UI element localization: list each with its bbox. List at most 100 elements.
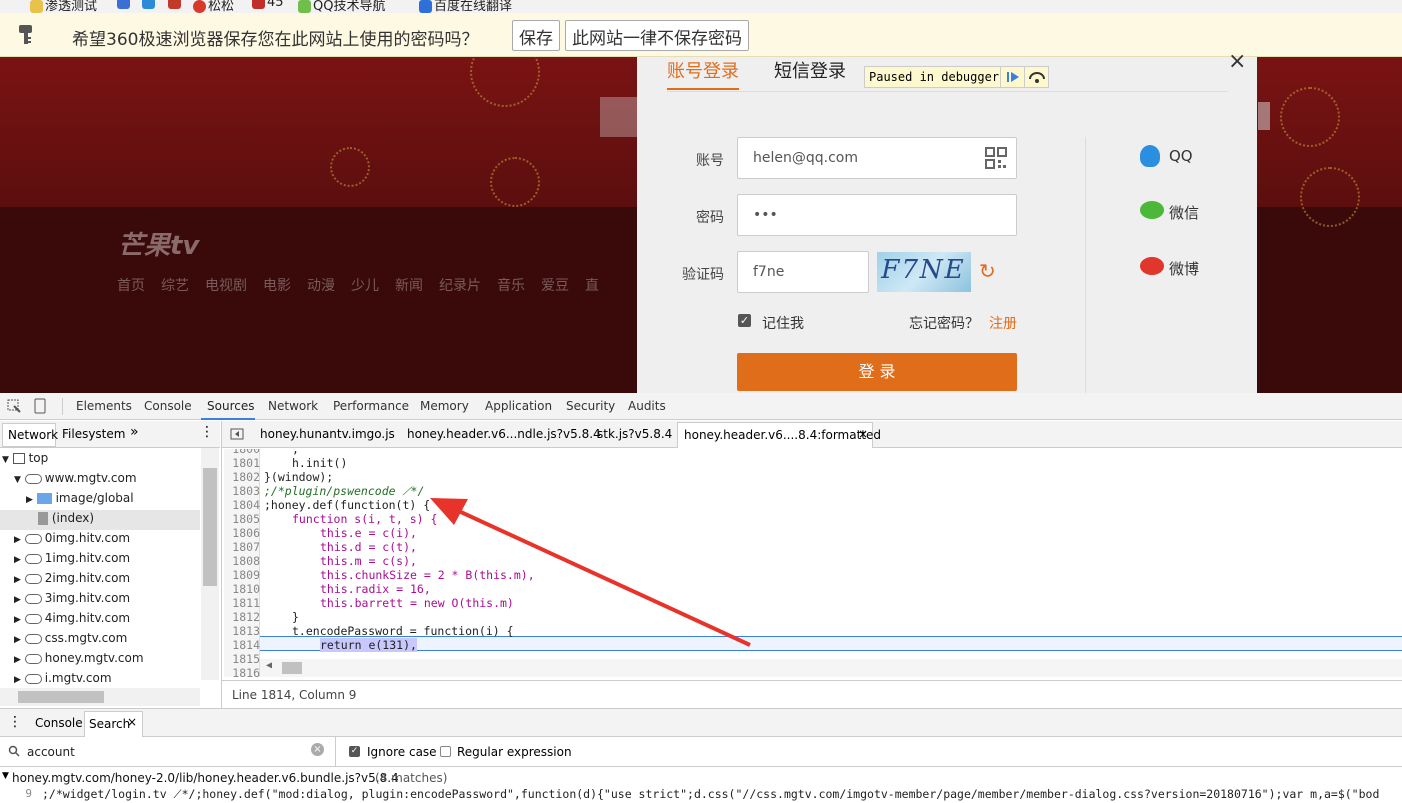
navigator-horizontal-scrollbar[interactable] xyxy=(0,688,200,706)
search-input[interactable]: account xyxy=(27,745,75,759)
line-number[interactable]: 1804 xyxy=(224,498,260,512)
tab-elements[interactable]: Elements xyxy=(76,399,132,413)
weibo-icon[interactable] xyxy=(1140,257,1164,275)
register-link[interactable]: 注册 xyxy=(989,313,1017,333)
device-toolbar-icon[interactable] xyxy=(33,398,47,414)
nav-item[interactable]: 少儿 xyxy=(351,278,379,294)
tree-item-domain[interactable]: ▶ 1img.hitv.com xyxy=(14,551,130,571)
drawer-tab-search[interactable]: Search × xyxy=(84,711,143,737)
more-tabs-icon[interactable]: » xyxy=(130,424,139,440)
ignore-case-checkbox[interactable]: ✓ xyxy=(349,746,360,757)
tab-audits[interactable]: Audits xyxy=(628,399,666,413)
resume-button[interactable] xyxy=(1000,67,1024,87)
remember-me-checkbox[interactable]: ✓ xyxy=(738,314,751,327)
result-file-path[interactable]: honey.mgtv.com/honey-2.0/lib/honey.heade… xyxy=(12,771,399,785)
line-number[interactable]: 1806 xyxy=(224,526,260,540)
line-number[interactable]: 1809 xyxy=(224,568,260,582)
nav-item[interactable]: 纪录片 xyxy=(439,278,481,294)
tree-item-domain[interactable]: ▶ css.mgtv.com xyxy=(14,631,127,651)
tab-memory[interactable]: Memory xyxy=(420,399,469,413)
tab-sources[interactable]: Sources xyxy=(207,399,254,413)
site-logo[interactable]: 芒果tv xyxy=(118,225,199,262)
tab-network[interactable]: Network xyxy=(268,399,318,413)
line-number[interactable]: 1815 xyxy=(224,652,260,666)
scrollbar-thumb[interactable] xyxy=(18,691,104,703)
tree-item-domain[interactable]: ▶ 4img.hitv.com xyxy=(14,611,130,631)
navigator-menu-icon[interactable]: ⋮ xyxy=(200,424,214,440)
bookmark-pentest[interactable]: 渗透测试 xyxy=(30,0,97,13)
bookmark-45[interactable]: 45 xyxy=(252,0,284,10)
save-password-button[interactable]: 保存 xyxy=(512,20,560,51)
panel-splitter[interactable] xyxy=(221,421,222,708)
line-number[interactable]: 1816 xyxy=(224,666,260,677)
tree-item-top[interactable]: ▼ top xyxy=(2,451,48,471)
nav-item[interactable]: 首页 xyxy=(117,278,145,294)
line-number[interactable]: 1812 xyxy=(224,610,260,624)
bookmark-icon-2[interactable] xyxy=(142,0,157,10)
step-over-button[interactable] xyxy=(1024,67,1048,87)
editor-tab-active[interactable]: honey.header.v6....8.4:formatted × xyxy=(677,422,881,448)
nav-item[interactable]: 电视剧 xyxy=(205,278,247,294)
wechat-login-link[interactable]: 微信 xyxy=(1169,202,1199,223)
tree-item-domain[interactable]: ▶ 0img.hitv.com xyxy=(14,531,130,551)
nav-item[interactable]: 音乐 xyxy=(497,278,525,294)
scrollbar-thumb[interactable] xyxy=(282,662,302,674)
nav-item[interactable]: 电影 xyxy=(263,278,291,294)
nav-item[interactable]: 爱豆 xyxy=(541,278,569,294)
editor-tab[interactable]: honey.header.v6...ndle.js?v5.8.4 xyxy=(407,427,601,441)
weibo-login-link[interactable]: 微博 xyxy=(1169,258,1199,279)
tree-item-file[interactable]: (index) xyxy=(38,511,94,531)
expand-result-icon[interactable]: ▼ xyxy=(2,771,9,781)
line-number[interactable]: 1801 xyxy=(224,456,260,470)
editor-horizontal-scrollbar[interactable]: ◀ xyxy=(260,659,1402,677)
captcha-image[interactable]: F7NE xyxy=(877,252,971,292)
line-number[interactable]: 1813 xyxy=(224,624,260,638)
qq-login-link[interactable]: QQ xyxy=(1169,147,1193,165)
close-icon[interactable]: × xyxy=(1228,49,1246,74)
result-line[interactable]: ;/*widget/login.tv ⟋*/;honey.def("mod:di… xyxy=(42,787,1379,802)
line-number[interactable]: 1807 xyxy=(224,540,260,554)
tab-network-sources[interactable]: Network xyxy=(2,423,58,447)
drawer-menu-icon[interactable]: ⋮ xyxy=(8,714,22,730)
forgot-password-link[interactable]: 忘记密码？ xyxy=(909,313,979,333)
wechat-icon[interactable] xyxy=(1140,201,1164,219)
inspect-element-icon[interactable] xyxy=(7,399,21,413)
tree-item-domain[interactable]: ▶ 2img.hitv.com xyxy=(14,571,130,591)
navigator-vertical-scrollbar[interactable] xyxy=(201,448,219,680)
refresh-captcha-icon[interactable]: ↻ xyxy=(979,259,996,283)
editor-tab[interactable]: stk.js?v5.8.4 xyxy=(597,427,672,441)
tab-performance[interactable]: Performance xyxy=(333,399,409,413)
code-editor[interactable]: 1800 1801 1802 1803 1804 1805 1806 1807 … xyxy=(224,449,1402,677)
drawer-tab-console[interactable]: Console xyxy=(35,716,83,730)
tab-account-login[interactable]: 账号登录 xyxy=(667,57,739,83)
tree-item-domain[interactable]: ▶ honey.mgtv.com xyxy=(14,651,144,671)
tree-item-folder[interactable]: ▶ image/global xyxy=(26,491,134,511)
line-number[interactable]: 1811 xyxy=(224,596,260,610)
bookmark-songsong[interactable]: 松松 xyxy=(193,0,234,13)
tab-security[interactable]: Security xyxy=(566,399,615,413)
tab-console[interactable]: Console xyxy=(144,399,192,413)
line-number[interactable]: 1814 xyxy=(224,638,260,652)
captcha-input[interactable]: f7ne xyxy=(737,251,869,293)
tab-sms-login[interactable]: 短信登录 xyxy=(774,57,846,83)
line-number[interactable]: 1802 xyxy=(224,470,260,484)
password-input[interactable]: ••• xyxy=(737,194,1017,236)
close-tab-icon[interactable]: × xyxy=(858,427,868,441)
toggle-navigator-icon[interactable] xyxy=(230,428,244,440)
close-tab-icon[interactable]: × xyxy=(127,715,137,729)
nav-item[interactable]: 直 xyxy=(585,278,599,294)
bookmark-baidu-translate[interactable]: 百度在线翻译 xyxy=(419,0,512,13)
tab-application[interactable]: Application xyxy=(485,399,552,413)
line-number[interactable]: 1800 xyxy=(224,449,260,456)
bookmark-qq-nav[interactable]: QQ技术导航 xyxy=(298,0,385,13)
never-save-password-button[interactable]: 此网站一律不保存密码 xyxy=(565,20,749,51)
tab-filesystem[interactable]: Filesystem xyxy=(62,427,125,441)
scrollbar-thumb[interactable] xyxy=(203,468,217,586)
login-button[interactable]: 登 录 xyxy=(737,353,1017,391)
bookmark-icon-1[interactable] xyxy=(117,0,132,10)
qr-code-icon[interactable] xyxy=(985,147,1007,169)
clear-search-icon[interactable]: × xyxy=(311,743,324,756)
nav-item[interactable]: 新闻 xyxy=(395,278,423,294)
account-input[interactable]: helen@qq.com xyxy=(737,137,1017,179)
line-number[interactable]: 1803 xyxy=(224,484,260,498)
